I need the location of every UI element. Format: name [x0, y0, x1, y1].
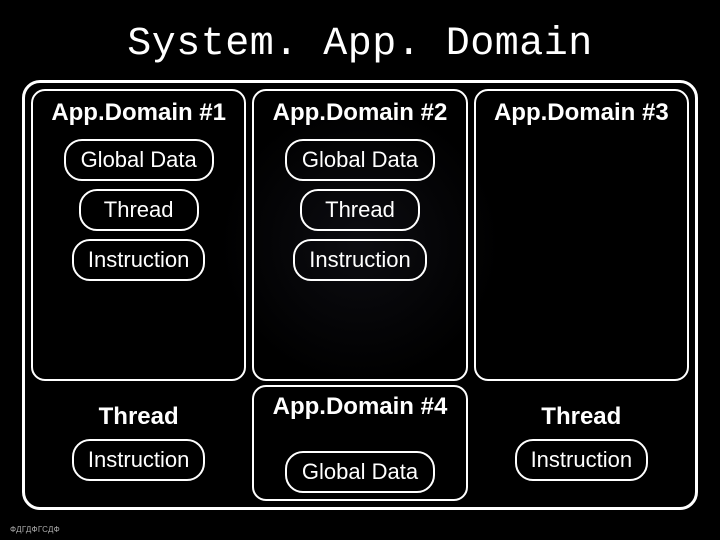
appdomain-1-instruction: Instruction [72, 239, 206, 281]
appdomain-3: App.Domain #3 [474, 89, 689, 381]
appdomain-1: App.Domain #1 Global Data Thread Instruc… [31, 89, 246, 381]
top-row: App.Domain #1 Global Data Thread Instruc… [31, 89, 689, 381]
appdomain-1-thread: Thread [79, 189, 199, 231]
bottom-left-instruction: Instruction [72, 439, 206, 481]
appdomain-4-title: App.Domain #4 [273, 393, 448, 421]
bottom-right: Thread Instruction [474, 385, 689, 501]
appdomain-2-global-data: Global Data [285, 139, 435, 181]
appdomain-2-instruction: Instruction [293, 239, 427, 281]
footer-text: ФДГДФГСДФ [10, 525, 60, 534]
appdomain-3-title: App.Domain #3 [494, 99, 669, 127]
process-container: App.Domain #1 Global Data Thread Instruc… [22, 80, 698, 510]
appdomain-2-title: App.Domain #2 [273, 99, 448, 127]
appdomain-1-title: App.Domain #1 [51, 99, 226, 127]
bottom-right-thread: Thread [541, 403, 621, 431]
bottom-right-instruction: Instruction [515, 439, 649, 481]
appdomain-2: App.Domain #2 Global Data Thread Instruc… [252, 89, 467, 381]
bottom-left-thread: Thread [99, 403, 179, 431]
appdomain-1-global-data: Global Data [64, 139, 214, 181]
bottom-left: Thread Instruction [31, 385, 246, 501]
appdomain-4-global-data: Global Data [285, 451, 435, 493]
page-title: System. App. Domain [0, 0, 720, 85]
appdomain-4: App.Domain #4 Global Data [252, 385, 467, 501]
appdomain-2-thread: Thread [300, 189, 420, 231]
bottom-row: Thread Instruction App.Domain #4 Global … [31, 385, 689, 501]
